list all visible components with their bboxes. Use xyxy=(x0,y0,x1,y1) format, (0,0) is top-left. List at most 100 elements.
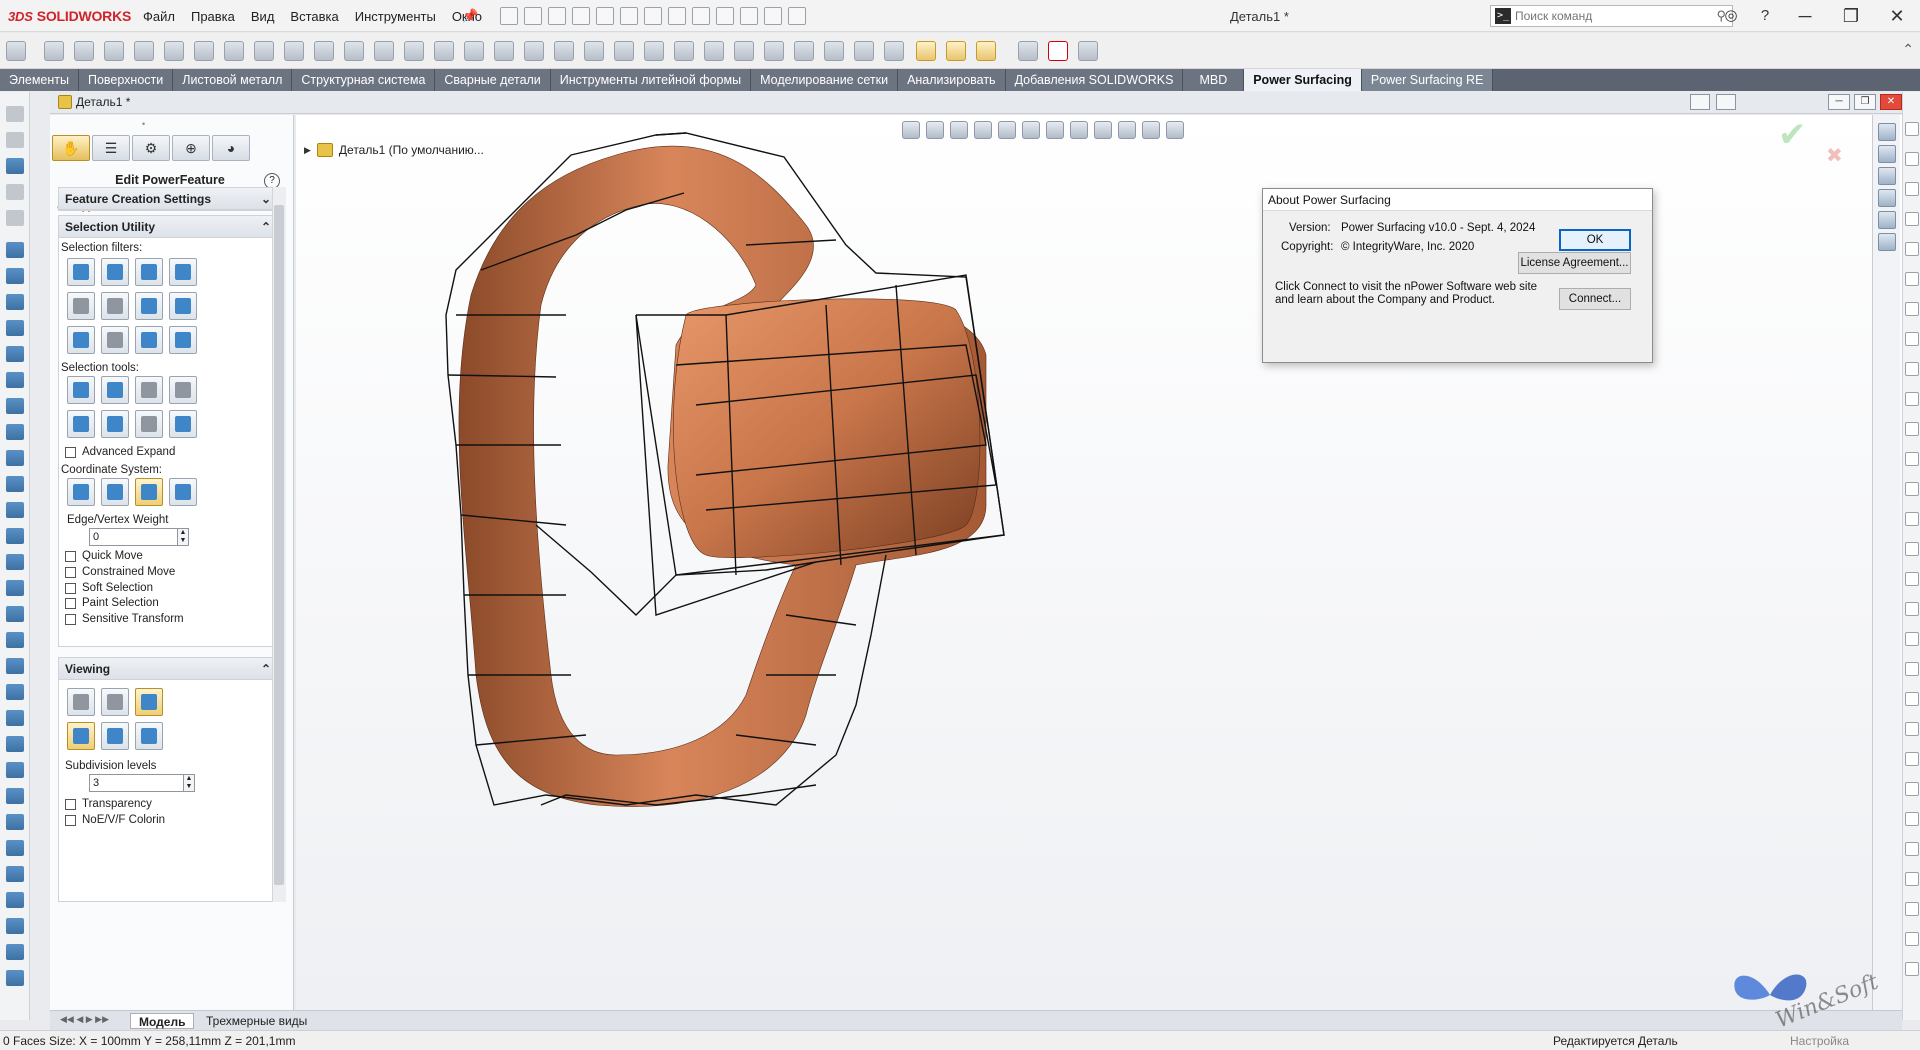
doc-minimize-button[interactable]: ─ xyxy=(1828,94,1850,110)
coord-system-button[interactable] xyxy=(101,478,129,506)
sketch-tool-icon[interactable] xyxy=(6,398,24,414)
smooth-shade-icon[interactable] xyxy=(916,41,936,61)
tool-icon[interactable] xyxy=(1905,302,1919,316)
tool-icon[interactable] xyxy=(1905,722,1919,736)
tab-power-surfacing[interactable]: Power Surfacing xyxy=(1244,69,1362,91)
tool-icon[interactable] xyxy=(704,41,724,61)
tool-icon[interactable] xyxy=(194,41,214,61)
filter-icon[interactable] xyxy=(6,132,24,148)
tab-power-surfacing-re[interactable]: Power Surfacing RE xyxy=(1361,69,1494,91)
command-search[interactable]: >_ ⚲ xyxy=(1490,5,1733,27)
tool-icon[interactable] xyxy=(1905,572,1919,586)
sketch-tool-icon[interactable] xyxy=(6,736,24,752)
select-tool-button[interactable] xyxy=(135,410,163,438)
tool-icon[interactable] xyxy=(524,41,544,61)
weight-stepper[interactable]: ▲ ▼ xyxy=(177,528,189,546)
sketch-tool-icon[interactable] xyxy=(6,658,24,674)
tool-icon[interactable] xyxy=(1905,422,1919,436)
sketch-tool-icon[interactable] xyxy=(6,242,24,258)
power-feature-icon[interactable] xyxy=(6,41,26,61)
home-icon[interactable] xyxy=(1878,123,1896,141)
new-document-icon[interactable] xyxy=(524,7,542,25)
menu-view[interactable]: Вид xyxy=(251,9,275,24)
rebuild-icon[interactable] xyxy=(716,7,734,25)
tool-icon[interactable] xyxy=(1905,542,1919,556)
show-control-cage-button[interactable] xyxy=(67,722,95,750)
minimize-button[interactable]: ─ xyxy=(1782,0,1828,32)
ok-button[interactable]: OK xyxy=(1559,229,1631,251)
resources-icon[interactable] xyxy=(1878,145,1896,163)
edge-vertex-weight-input[interactable]: 0 xyxy=(89,528,179,546)
search-input[interactable] xyxy=(1515,9,1695,23)
tool-icon[interactable] xyxy=(1905,842,1919,856)
tool-icon[interactable] xyxy=(1905,812,1919,826)
tool-icon[interactable] xyxy=(1905,152,1919,166)
filter-button[interactable] xyxy=(101,292,129,320)
file-properties-icon[interactable] xyxy=(740,7,758,25)
tab-model[interactable]: Модель xyxy=(130,1013,195,1029)
menu-tools[interactable]: Инструменты xyxy=(355,9,436,24)
noevf-colorin-checkbox[interactable]: NoE/V/F Colorin xyxy=(65,814,165,826)
sketch-tool-icon[interactable] xyxy=(6,918,24,934)
tool-icon[interactable] xyxy=(1905,452,1919,466)
tool-icon[interactable] xyxy=(764,41,784,61)
sketch-tool-icon[interactable] xyxy=(6,788,24,804)
tile-horizontal-icon[interactable] xyxy=(1690,94,1710,110)
tool-icon[interactable] xyxy=(614,41,634,61)
select-tool-button[interactable] xyxy=(67,410,95,438)
tool-icon[interactable] xyxy=(1905,662,1919,676)
view-cage-button[interactable] xyxy=(67,688,95,716)
close-button[interactable]: ✕ xyxy=(1874,0,1920,32)
soft-selection-checkbox[interactable]: Soft Selection xyxy=(65,582,153,594)
tool-icon[interactable] xyxy=(824,41,844,61)
pin-menu-icon[interactable]: 📌 xyxy=(462,8,478,24)
tool-icon[interactable] xyxy=(1905,332,1919,346)
tool-icon[interactable] xyxy=(74,41,94,61)
tab-surfaces[interactable]: Поверхности xyxy=(78,69,174,91)
config-tab-icon[interactable]: ⚙ xyxy=(132,135,170,161)
view-smooth-button[interactable] xyxy=(101,688,129,716)
filter-button[interactable] xyxy=(135,326,163,354)
delete-icon[interactable] xyxy=(1048,41,1068,61)
save-icon[interactable] xyxy=(572,7,590,25)
sketch-tool-icon[interactable] xyxy=(6,840,24,856)
flat-shade-icon[interactable] xyxy=(946,41,966,61)
coord-system-button[interactable] xyxy=(67,478,95,506)
dimxpert-tab-icon[interactable]: ⊕ xyxy=(172,135,210,161)
sketch-tool-icon[interactable] xyxy=(6,528,24,544)
filter-vertices-button[interactable] xyxy=(169,258,197,286)
tool-icon[interactable] xyxy=(674,41,694,61)
scroll-thumb[interactable] xyxy=(274,205,284,885)
select-tool-button[interactable] xyxy=(67,376,95,404)
appearances-icon[interactable] xyxy=(1878,211,1896,229)
tool-icon[interactable] xyxy=(164,41,184,61)
show-edges-button[interactable] xyxy=(101,722,129,750)
tool-icon[interactable] xyxy=(1905,632,1919,646)
tool-icon[interactable] xyxy=(1905,242,1919,256)
coord-system-button[interactable] xyxy=(135,478,163,506)
subdivision-levels-input[interactable]: 3 xyxy=(89,774,185,792)
transparency-checkbox[interactable]: Transparency xyxy=(65,798,152,810)
hidden-lines-icon[interactable] xyxy=(976,41,996,61)
coord-system-button[interactable] xyxy=(169,478,197,506)
filter-button[interactable] xyxy=(169,326,197,354)
chevron-up-icon[interactable]: ⌃ xyxy=(261,216,271,238)
select-icon[interactable] xyxy=(6,210,24,226)
tool-icon[interactable] xyxy=(1905,122,1919,136)
paint-selection-checkbox[interactable]: Paint Selection xyxy=(65,597,159,609)
powerfeature-tab-icon[interactable]: ✋ xyxy=(52,135,90,161)
sketch-tool-icon[interactable] xyxy=(6,346,24,362)
filter-lines-button[interactable] xyxy=(135,258,163,286)
custom-properties-icon[interactable] xyxy=(1878,233,1896,251)
filter-button[interactable] xyxy=(67,326,95,354)
tool-icon[interactable] xyxy=(734,41,754,61)
tool-icon[interactable] xyxy=(1905,872,1919,886)
pm-scrollbar[interactable] xyxy=(272,187,286,902)
sketch-tool-icon[interactable] xyxy=(6,268,24,284)
connect-button[interactable]: Connect... xyxy=(1559,288,1631,310)
advanced-expand-checkbox[interactable]: Advanced Expand xyxy=(65,446,175,458)
document-tab[interactable]: Деталь1 * xyxy=(58,95,130,109)
tab-structure-system[interactable]: Структурная система xyxy=(292,69,436,91)
sketch-tool-icon[interactable] xyxy=(6,606,24,622)
restore-button[interactable]: ❐ xyxy=(1828,0,1874,32)
